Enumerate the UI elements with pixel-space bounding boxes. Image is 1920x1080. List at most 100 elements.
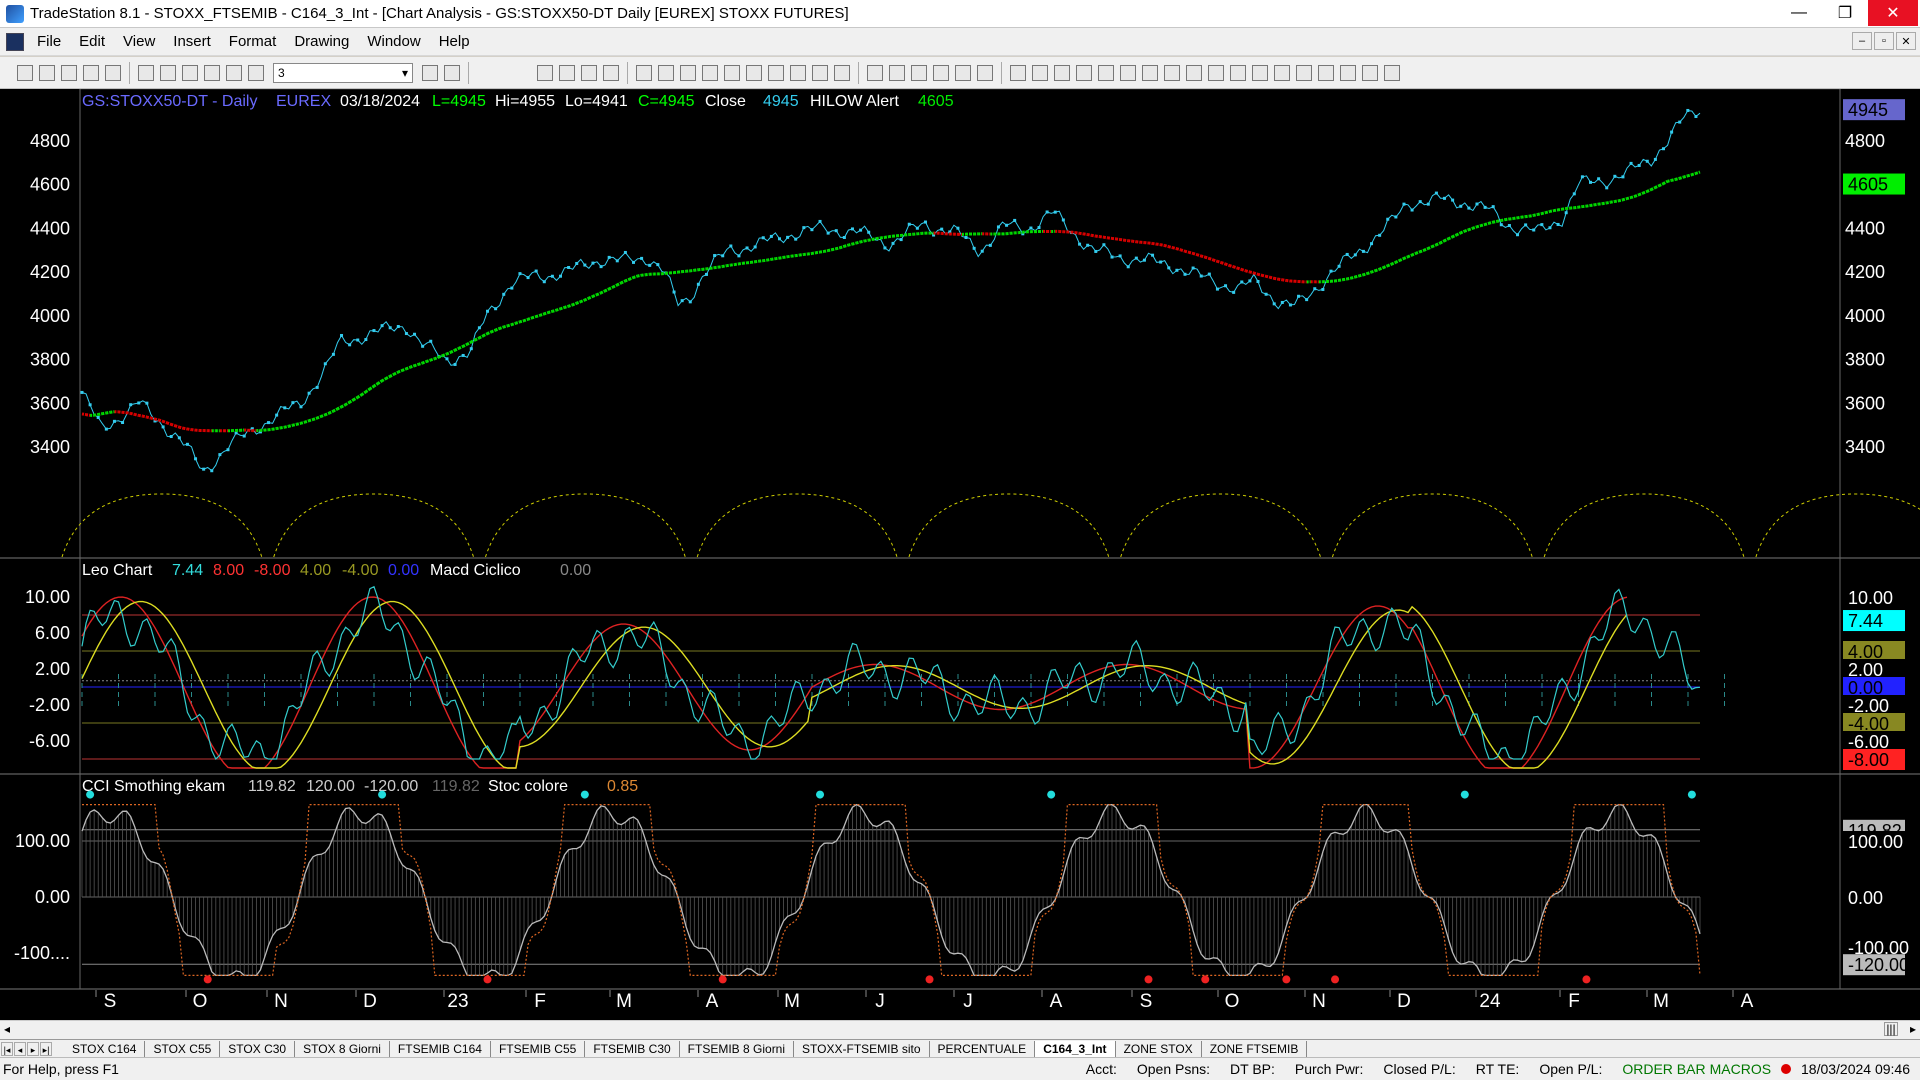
vertical-line-icon[interactable] xyxy=(1076,64,1092,81)
price-bar-mark xyxy=(1305,298,1309,302)
hilow-average-segment xyxy=(1079,231,1084,236)
menu-edit[interactable]: Edit xyxy=(70,33,114,50)
sheet-tab-0[interactable]: STOX C164 xyxy=(64,1040,146,1057)
gann-icon[interactable] xyxy=(1142,64,1158,81)
arrow-up-icon[interactable] xyxy=(1296,64,1312,81)
sheet-tab-7[interactable]: FTSEMIB 8 Giorni xyxy=(680,1040,795,1057)
volume-icon[interactable] xyxy=(746,64,762,81)
mdi-restore-button[interactable]: ▫ xyxy=(1874,32,1894,50)
menu-window[interactable]: Window xyxy=(358,33,429,50)
sheet-tab-8[interactable]: STOXX-FTSEMIB sito xyxy=(794,1040,930,1057)
price-bar-mark xyxy=(1337,264,1341,268)
menu-help[interactable]: Help xyxy=(430,33,479,50)
page-setup-icon[interactable] xyxy=(182,64,198,81)
candles-icon[interactable] xyxy=(702,64,718,81)
strategy-icon[interactable] xyxy=(658,64,674,81)
chart-window-icon[interactable] xyxy=(6,32,24,51)
sheet-tab-12[interactable]: ZONE FTSEMIB xyxy=(1202,1040,1308,1057)
hilow-average-segment xyxy=(1634,193,1640,198)
arc-icon[interactable] xyxy=(1164,64,1180,81)
sheet-tab-6[interactable]: FTSEMIB C30 xyxy=(585,1040,680,1057)
hilo-icon[interactable] xyxy=(724,64,740,81)
workspace-icon[interactable] xyxy=(105,64,121,81)
close-button[interactable]: ✕ xyxy=(1868,0,1918,26)
new-doc-icon[interactable] xyxy=(17,64,33,81)
ohlc-icon[interactable] xyxy=(768,64,784,81)
sheet-tab-3[interactable]: STOX 8 Giorni xyxy=(295,1040,390,1057)
price-bar-mark xyxy=(802,226,806,230)
lock-icon[interactable] xyxy=(204,64,220,81)
play-icon[interactable] xyxy=(422,64,438,81)
rectangle-icon[interactable] xyxy=(1362,64,1378,81)
zoom-out-icon[interactable] xyxy=(834,64,850,81)
zoom-in-icon[interactable] xyxy=(812,64,828,81)
pitchfork-icon[interactable] xyxy=(1208,64,1224,81)
sheet-tab-9[interactable]: PERCENTUALE xyxy=(930,1040,1036,1057)
grid-b-icon[interactable] xyxy=(559,64,575,81)
insert-symbol-icon[interactable] xyxy=(248,64,264,81)
format-chart-icon[interactable] xyxy=(226,64,242,81)
regression-icon[interactable] xyxy=(1252,64,1268,81)
horizontal-line-icon[interactable] xyxy=(1054,64,1070,81)
pencil-icon[interactable] xyxy=(1274,64,1290,81)
interval-combo[interactable]: 3 xyxy=(273,62,413,83)
bars-icon[interactable] xyxy=(680,64,696,81)
sheet-tab-5[interactable]: FTSEMIB C55 xyxy=(491,1040,586,1057)
sheet-tab-2[interactable]: STOX C30 xyxy=(220,1040,296,1057)
circle-icon[interactable] xyxy=(1340,64,1356,81)
new-window-icon[interactable] xyxy=(83,64,99,81)
save-disk-icon[interactable] xyxy=(61,64,77,81)
grid-c-icon[interactable] xyxy=(581,64,597,81)
chart-canvas[interactable]: GS:STOXX50-DT - Daily EUREX 03/18/2024 L… xyxy=(0,89,1920,1023)
macros-button[interactable]: MACROS xyxy=(1708,1061,1781,1077)
menu-format[interactable]: Format xyxy=(220,33,286,50)
bar-spacing-icon[interactable] xyxy=(790,64,806,81)
sheet-tab-4[interactable]: FTSEMIB C164 xyxy=(390,1040,491,1057)
pointer-icon[interactable] xyxy=(867,64,883,81)
tab-first-icon[interactable]: |◂ xyxy=(1,1041,13,1056)
andrews-icon[interactable] xyxy=(1230,64,1246,81)
tab-last-icon[interactable]: ▸| xyxy=(40,1041,52,1056)
scroll-thumb[interactable]: ||| xyxy=(1884,1022,1898,1036)
order-bar-button[interactable]: ORDER BAR xyxy=(1612,1061,1707,1077)
parallel-icon[interactable] xyxy=(1120,64,1136,81)
arrow-down-icon[interactable] xyxy=(1318,64,1334,81)
menu-drawing[interactable]: Drawing xyxy=(285,33,358,50)
tab-prev-icon[interactable]: ◂ xyxy=(14,1041,26,1056)
sheet-tab-1[interactable]: STOX C55 xyxy=(145,1040,221,1057)
sheet-tab-11[interactable]: ZONE STOX xyxy=(1116,1040,1202,1057)
grid-a-icon[interactable] xyxy=(537,64,553,81)
minimize-button[interactable]: — xyxy=(1776,0,1822,26)
settings-icon[interactable] xyxy=(911,64,927,81)
text-icon[interactable] xyxy=(1384,64,1400,81)
print-icon[interactable] xyxy=(138,64,154,81)
tab-next-icon[interactable]: ▸ xyxy=(27,1041,39,1056)
open-folder-icon[interactable] xyxy=(39,64,55,81)
ellipse-icon[interactable] xyxy=(1186,64,1202,81)
magnifier-icon[interactable] xyxy=(444,64,460,81)
camera-icon[interactable] xyxy=(977,64,993,81)
channel-icon[interactable] xyxy=(1098,64,1114,81)
scroll-right-icon[interactable]: ▸ xyxy=(1910,1022,1916,1036)
chart-area[interactable]: GS:STOXX50-DT - Daily EUREX 03/18/2024 L… xyxy=(0,89,1920,1023)
mdi-minimize-button[interactable]: – xyxy=(1852,32,1872,50)
cci-header: CCI Smothing ekam 119.82 120.00 -120.00 … xyxy=(82,778,638,795)
scroll-left-icon[interactable]: ◂ xyxy=(4,1022,10,1036)
price-bar-mark xyxy=(777,237,781,241)
price-bar-mark xyxy=(315,385,319,389)
menu-view[interactable]: View xyxy=(114,33,164,50)
maximize-button[interactable]: ❐ xyxy=(1822,0,1868,26)
print-preview-icon[interactable] xyxy=(160,64,176,81)
mdi-close-button[interactable]: ✕ xyxy=(1896,32,1916,50)
menu-file[interactable]: File xyxy=(28,33,70,50)
indicator-icon[interactable] xyxy=(636,64,652,81)
crosshair-icon[interactable] xyxy=(889,64,905,81)
menu-insert[interactable]: Insert xyxy=(164,33,220,50)
fib-lines-icon[interactable] xyxy=(1032,64,1048,81)
tools-icon[interactable] xyxy=(955,64,971,81)
trendline-icon[interactable] xyxy=(1010,64,1026,81)
grid-d-icon[interactable] xyxy=(603,64,619,81)
horizontal-scrollbar[interactable]: ◂ ||| ▸ xyxy=(0,1020,1920,1039)
pin-icon[interactable] xyxy=(933,64,949,81)
sheet-tab-10[interactable]: C164_3_Int xyxy=(1035,1040,1116,1057)
